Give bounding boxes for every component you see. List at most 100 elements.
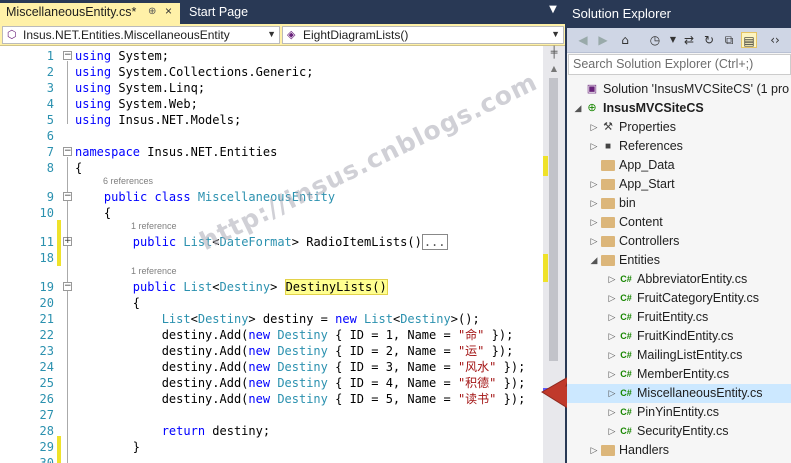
- home-icon[interactable]: ⌂: [617, 32, 633, 48]
- collapse-icon[interactable]: −: [63, 51, 72, 60]
- code-line[interactable]: 24 destiny.Add(new Destiny { ID = 3, Nam…: [0, 359, 545, 375]
- code-line[interactable]: 7 namespace Insus.NET.Entities: [0, 144, 545, 160]
- type-combo[interactable]: ⬡ Insus.NET.Entities.MiscellaneousEntity…: [2, 26, 280, 44]
- close-icon[interactable]: ×: [165, 4, 172, 18]
- collapsed-chevron-icon[interactable]: ▷: [607, 327, 617, 346]
- code-line[interactable]: 1 using System;: [0, 48, 545, 64]
- code-line[interactable]: 27: [0, 407, 545, 423]
- code-token: System.Web;: [118, 97, 198, 111]
- collapse-all-icon[interactable]: ⧉: [721, 32, 737, 48]
- code-line[interactable]: 2 using System.Collections.Generic;: [0, 64, 545, 80]
- collapsed-chevron-icon[interactable]: ▷: [607, 270, 617, 289]
- code-line[interactable]: 19 public List<Destiny> DestinyLists(): [0, 279, 545, 295]
- code-line[interactable]: 25 destiny.Add(new Destiny { ID = 4, Nam…: [0, 375, 545, 391]
- tree-item[interactable]: App_Data: [567, 156, 791, 175]
- show-all-files-icon[interactable]: ▤: [741, 32, 757, 48]
- code-line[interactable]: 28 return destiny;: [0, 423, 545, 439]
- split-handle-icon[interactable]: ╪: [543, 46, 565, 62]
- code-line[interactable]: 29 }: [0, 439, 545, 455]
- expand-icon[interactable]: +: [63, 237, 72, 246]
- code-text: using System.Collections.Generic;: [75, 64, 313, 80]
- tree-item[interactable]: ▷ C# PinYinEntity.cs: [567, 403, 791, 422]
- history-icon[interactable]: ◷: [647, 32, 663, 48]
- preview-icon[interactable]: ‹›: [767, 32, 783, 48]
- code-line[interactable]: 30: [0, 455, 545, 463]
- collapsed-chevron-icon[interactable]: ▷: [607, 365, 617, 384]
- collapsed-chevron-icon[interactable]: ▷: [589, 175, 599, 194]
- collapse-icon[interactable]: −: [63, 192, 72, 201]
- collapsed-chevron-icon[interactable]: ▷: [589, 137, 599, 156]
- code-line[interactable]: 3 using System.Linq;: [0, 80, 545, 96]
- line-number: 24: [39, 360, 54, 374]
- tree-item[interactable]: ◢ Entities: [567, 251, 791, 270]
- collapsed-chevron-icon[interactable]: ▷: [589, 232, 599, 251]
- tree-item[interactable]: ▷ ■ References: [567, 137, 791, 156]
- collapse-icon[interactable]: −: [63, 282, 72, 291]
- tree-item[interactable]: ▷ C# MiscellaneousEntity.cs: [567, 384, 791, 403]
- collapsed-chevron-icon[interactable]: ▷: [607, 422, 617, 441]
- codelens-references[interactable]: 1 reference: [131, 266, 177, 278]
- code-text: {: [75, 205, 111, 221]
- forward-icon[interactable]: ▶: [595, 32, 611, 48]
- tree-item[interactable]: ▷ Controllers: [567, 232, 791, 251]
- tab-start-page[interactable]: Start Page: [183, 3, 303, 24]
- tree-item[interactable]: ▷ C# FruitEntity.cs: [567, 308, 791, 327]
- collapsed-chevron-icon[interactable]: ▷: [607, 403, 617, 422]
- collapsed-chevron-icon[interactable]: ▷: [589, 441, 599, 460]
- tree-item[interactable]: ▷ Content: [567, 213, 791, 232]
- collapse-icon[interactable]: −: [63, 147, 72, 156]
- sync-icon[interactable]: ⇄: [681, 32, 697, 48]
- collapsed-chevron-icon[interactable]: ▷: [607, 384, 617, 403]
- code-line[interactable]: 11 public List<DateFormat> RadioItemList…: [0, 234, 545, 250]
- expanded-chevron-icon[interactable]: ◢: [589, 251, 599, 270]
- tab-dropdown-icon[interactable]: ▼: [546, 4, 560, 20]
- collapsed-chevron-icon[interactable]: ▷: [589, 194, 599, 213]
- tree-item[interactable]: ▷ bin: [567, 194, 791, 213]
- code-line[interactable]: 21 List<Destiny> destiny = new List<Dest…: [0, 311, 545, 327]
- solution-search-input[interactable]: Search Solution Explorer (Ctrl+;): [568, 54, 791, 75]
- refresh-icon[interactable]: ↻: [701, 32, 717, 48]
- tree-item-label: Solution 'InsusMVCSiteCS' (1 pro: [603, 82, 790, 96]
- codelens-references[interactable]: 1 reference: [131, 221, 177, 233]
- member-combo[interactable]: ◈ EightDiagramLists() ▼: [282, 26, 564, 44]
- collapsed-chevron-icon[interactable]: ▷: [589, 118, 599, 137]
- collapsed-chevron-icon[interactable]: ▷: [607, 308, 617, 327]
- tree-item[interactable]: ▷ C# MailingListEntity.cs: [567, 346, 791, 365]
- code-line[interactable]: 8{: [0, 160, 545, 176]
- tree-item[interactable]: ▣ Solution 'InsusMVCSiteCS' (1 pro: [567, 80, 791, 99]
- line-number: 7: [46, 145, 54, 159]
- scroll-up-icon[interactable]: ▲: [543, 64, 565, 76]
- code-token: destiny.Add(: [75, 376, 249, 390]
- collapsed-chevron-icon[interactable]: ▷: [607, 346, 617, 365]
- tree-item[interactable]: ▷ Handlers: [567, 441, 791, 460]
- folder-icon: [601, 236, 615, 247]
- tab-miscellaneous-entity[interactable]: MiscellaneousEntity.cs* ⊕ ×: [0, 3, 180, 24]
- tree-item[interactable]: ▷ C# AbbreviatorEntity.cs: [567, 270, 791, 289]
- back-icon[interactable]: ◀: [575, 32, 591, 48]
- chevron-down-icon: ▼: [551, 29, 560, 39]
- code-line[interactable]: 22 destiny.Add(new Destiny { ID = 1, Nam…: [0, 327, 545, 343]
- tree-item[interactable]: ▷ C# SecurityEntity.cs: [567, 422, 791, 441]
- scroll-thumb[interactable]: [549, 78, 558, 361]
- code-line[interactable]: 18: [0, 250, 545, 266]
- tree-item[interactable]: ▷ ⚒ Properties: [567, 118, 791, 137]
- code-line[interactable]: 23 destiny.Add(new Destiny { ID = 2, Nam…: [0, 343, 545, 359]
- code-line[interactable]: 20 {: [0, 295, 545, 311]
- tree-item[interactable]: ▷ C# MemberEntity.cs: [567, 365, 791, 384]
- codelens-references[interactable]: 6 references: [103, 176, 153, 188]
- pin-icon[interactable]: ⊕: [148, 6, 156, 17]
- properties-icon: ⚒: [603, 121, 613, 133]
- chevron-down-icon[interactable]: ▼: [665, 32, 681, 48]
- line-number: 27: [39, 408, 54, 422]
- tree-item[interactable]: ▷ C# FruitCategoryEntity.cs: [567, 289, 791, 308]
- collapsed-region[interactable]: ...: [421, 234, 448, 250]
- tree-item[interactable]: ◢ ⊕ InsusMVCSiteCS: [567, 99, 791, 118]
- tree-item[interactable]: ▷ C# FruitKindEntity.cs: [567, 327, 791, 346]
- code-line[interactable]: 26 destiny.Add(new Destiny { ID = 5, Nam…: [0, 391, 545, 407]
- collapsed-chevron-icon[interactable]: ▷: [607, 289, 617, 308]
- collapsed-chevron-icon[interactable]: ▷: [589, 213, 599, 232]
- code-text: public List<DateFormat> RadioItemLists()…: [75, 234, 448, 250]
- expanded-chevron-icon[interactable]: ◢: [573, 99, 583, 118]
- tree-item[interactable]: ▷ App_Start: [567, 175, 791, 194]
